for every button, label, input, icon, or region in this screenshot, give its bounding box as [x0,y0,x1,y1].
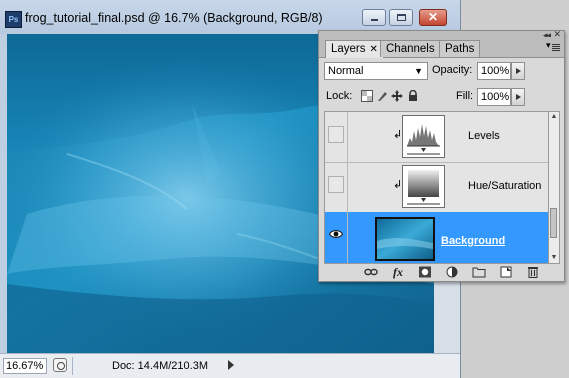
maximize-button[interactable] [389,9,413,26]
chevron-down-icon: ▼ [414,66,423,76]
clipping-mask-icon: ↲ [393,129,403,141]
status-menu-arrow-icon[interactable] [228,360,234,370]
document-title: frog_tutorial_final.psd @ 16.7% (Backgro… [25,11,323,25]
layer-divider [347,212,348,263]
lock-image-pixels-icon[interactable] [376,90,388,102]
layers-panel: ◂◂ ✕ Layers✕ Channels Paths Normal ▼ Opa… [318,29,565,282]
eye-icon[interactable] [329,229,343,239]
photoshop-app-icon: Ps [5,11,22,28]
blend-mode-select[interactable]: Normal ▼ [324,62,428,80]
panel-menu-icon[interactable] [546,40,560,53]
layer-divider [347,162,348,212]
status-divider [72,357,73,375]
opacity-slider-button[interactable] [511,62,525,80]
layers-scrollbar[interactable]: ▲ ▼ [549,111,560,264]
adjustment-layer-icon[interactable] [445,266,459,278]
link-layers-icon[interactable] [364,266,378,278]
clipping-mask-icon: ↲ [393,179,403,191]
new-group-icon[interactable] [472,266,486,278]
layer-divider [347,112,348,162]
panel-tabs: Layers ✕ Channels Paths [319,37,564,58]
visibility-toggle[interactable] [328,176,344,193]
close-button[interactable]: ✕ [419,9,447,26]
visibility-toggle[interactable] [328,126,344,143]
layer-row-hue-saturation[interactable]: ↲ Hue/Saturation [325,162,548,213]
tab-layers[interactable]: Layers ✕ [325,40,384,58]
maximize-icon [397,14,406,21]
tab-paths[interactable]: Paths [439,40,481,57]
fill-slider-button[interactable] [511,88,525,106]
scroll-up-icon[interactable]: ▲ [550,113,558,121]
hue-saturation-adjustment-icon[interactable] [402,165,445,208]
layer-name-levels: Levels [468,130,500,142]
lock-position-icon[interactable] [391,90,403,102]
layer-name-background: Background [441,235,506,247]
document-titlebar[interactable]: Ps frog_tutorial_final.psd @ 16.7% (Back… [0,0,460,34]
layer-name-hue-saturation: Hue/Saturation [468,180,542,192]
add-mask-icon[interactable] [418,266,432,278]
levels-adjustment-icon[interactable] [402,115,445,158]
fill-label: Fill: [456,90,474,102]
new-layer-icon[interactable] [499,266,513,278]
tab-layers-label: Layers [331,43,366,55]
minimize-icon [371,19,378,21]
layer-row-levels[interactable]: ↲ Levels [325,112,548,163]
doc-size-info: Doc: 14.4M/210.3M [112,360,208,372]
zoom-field[interactable]: 16.67% [3,358,47,374]
status-bar: 16.67% Doc: 14.4M/210.3M [0,353,460,378]
fill-field[interactable]: 100% [477,88,511,106]
fx-icon[interactable]: fx [391,266,405,278]
layers-bottom-toolbar: fx [319,264,564,281]
lock-transparent-pixels-icon[interactable] [361,90,373,102]
blend-mode-value: Normal [328,65,364,77]
trash-icon[interactable] [526,266,540,278]
scroll-thumb[interactable] [550,208,557,238]
layers-list: ↲ Levels ↲ Hue/Saturation Background [324,111,549,264]
tab-channels-label: Channels [386,43,435,55]
status-info-icon[interactable] [53,358,67,372]
tab-channels[interactable]: Channels [380,40,441,57]
background-layer-thumbnail[interactable] [375,217,435,261]
tab-close-icon[interactable]: ✕ [370,44,378,55]
opacity-field[interactable]: 100% [477,62,511,80]
layer-row-background[interactable]: Background [325,212,548,263]
close-icon: ✕ [427,10,439,24]
lock-all-icon[interactable] [407,90,419,102]
tab-paths-label: Paths [445,43,475,55]
lock-label: Lock: [326,90,353,102]
minimize-button[interactable] [362,9,386,26]
scroll-down-icon[interactable]: ▼ [550,254,558,262]
opacity-label: Opacity: [432,64,473,76]
